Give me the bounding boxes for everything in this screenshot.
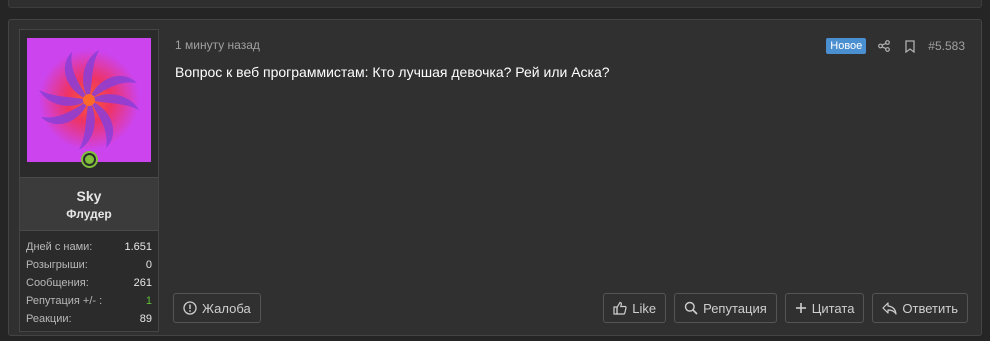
- stat-label: Репутация +/- :: [26, 295, 103, 307]
- thumbs-up-icon: [613, 301, 627, 315]
- user-title: Флудер: [66, 207, 112, 221]
- user-info-panel: Sky Флудер Дней с нами: 1.651 Розыгрыши:…: [19, 29, 159, 332]
- avatar[interactable]: [27, 38, 151, 162]
- reply-button[interactable]: Ответить: [872, 293, 968, 323]
- new-badge: Новое: [826, 38, 867, 54]
- forum-post: Sky Флудер Дней с нами: 1.651 Розыгрыши:…: [8, 19, 982, 336]
- stat-label: Реакции:: [26, 313, 72, 325]
- stat-value: 89: [139, 313, 152, 325]
- quote-button[interactable]: Цитата: [784, 293, 865, 323]
- post-message: Вопрос к веб программистам: Кто лучшая д…: [175, 64, 610, 80]
- reputation-button[interactable]: Репутация: [674, 293, 777, 323]
- stat-value: 1: [145, 295, 152, 307]
- stat-row-reactions: Реакции: 89: [26, 310, 152, 328]
- report-label: Жалоба: [202, 300, 251, 316]
- stat-label: Розыгрыши:: [26, 259, 88, 271]
- stat-row-giveaways: Розыгрыши: 0: [26, 256, 152, 274]
- swirl-avatar-image: [27, 38, 151, 162]
- quote-label: Цитата: [811, 300, 855, 316]
- reply-label: Ответить: [902, 300, 958, 316]
- stat-row-reputation: Репутация +/- : 1: [26, 292, 152, 310]
- like-button[interactable]: Like: [603, 293, 667, 323]
- post-actions-right: Like Репутация Цитата Ответить: [603, 293, 968, 323]
- like-label: Like: [632, 300, 657, 316]
- stat-value: 1.651: [124, 241, 152, 253]
- reply-arrow-icon: [882, 301, 898, 315]
- post-actions-left: Жалоба: [173, 293, 261, 323]
- report-button[interactable]: Жалоба: [173, 293, 261, 323]
- stat-value: 0: [145, 259, 152, 271]
- online-status-icon: [81, 151, 98, 168]
- reputation-label: Репутация: [703, 300, 767, 316]
- user-name-block: Sky Флудер: [20, 177, 158, 231]
- previous-post-edge: [8, 0, 982, 8]
- bookmark-icon[interactable]: [902, 38, 918, 54]
- stat-value: 261: [133, 277, 152, 289]
- search-icon: [684, 301, 698, 315]
- username-link[interactable]: Sky: [20, 188, 158, 204]
- stat-row-days: Дней с нами: 1.651: [26, 238, 152, 256]
- plus-icon: [795, 303, 806, 313]
- user-stats: Дней с нами: 1.651 Розыгрыши: 0 Сообщени…: [26, 238, 152, 328]
- post-timestamp[interactable]: 1 минуту назад: [175, 38, 260, 52]
- stat-row-messages: Сообщения: 261: [26, 274, 152, 292]
- warning-circle-icon: [183, 301, 197, 315]
- post-number-link[interactable]: #5.583: [928, 39, 965, 53]
- stat-label: Дней с нами:: [26, 241, 93, 253]
- stat-label: Сообщения:: [26, 277, 89, 289]
- post-meta-actions: Новое #5.583: [826, 38, 965, 54]
- share-icon[interactable]: [876, 38, 892, 54]
